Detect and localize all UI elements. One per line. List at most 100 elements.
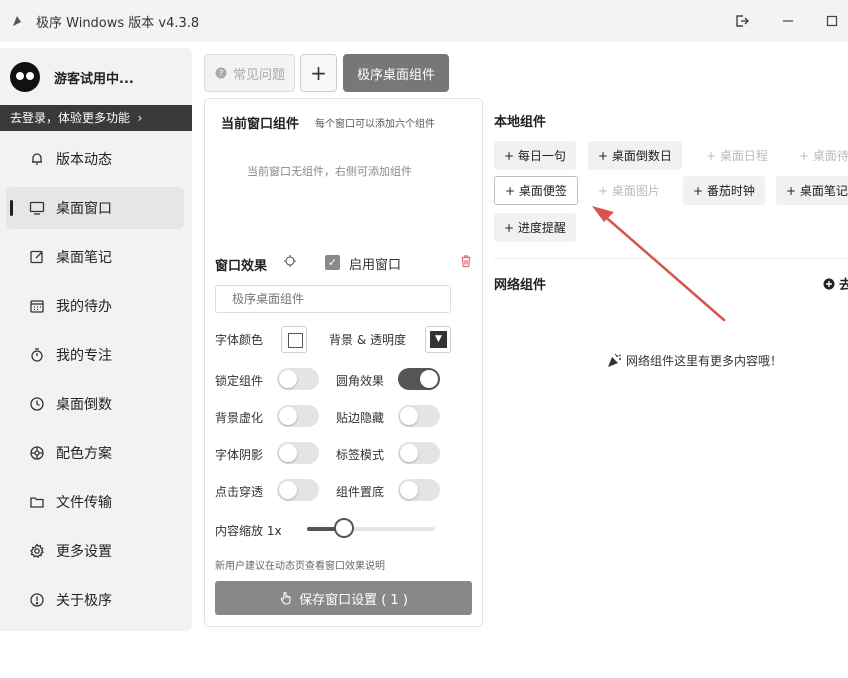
logout-button[interactable] [731, 10, 753, 32]
local-widgets-title: 本地组件 [494, 115, 547, 130]
sidebar-item-desktop-notes[interactable]: 桌面笔记 [6, 236, 184, 278]
stopwatch-icon [28, 346, 46, 364]
faq-label: 常见问题 [233, 67, 286, 83]
window-name-input[interactable] [215, 285, 451, 313]
edge-hide-toggle[interactable] [398, 405, 440, 427]
sidebar-item-desktop-window[interactable]: 桌面窗口 [6, 187, 184, 229]
widget-bottom-label: 组件置底 [336, 485, 385, 499]
font-color-picker[interactable] [281, 326, 307, 353]
maximize-button[interactable] [821, 10, 843, 32]
widget-picture[interactable]: + 桌面图片 [588, 176, 670, 205]
widget-bottom-toggle[interactable] [398, 479, 440, 501]
click-through-toggle[interactable] [277, 479, 319, 501]
network-widgets-link[interactable]: 去 [823, 274, 848, 293]
background-picker[interactable]: ▼ [425, 326, 451, 353]
sidebar-item-focus[interactable]: 我的专注 [6, 334, 184, 376]
widget-sticky-note[interactable]: + 桌面便签 [494, 176, 578, 205]
user-profile[interactable]: 游客试用中... [8, 58, 188, 96]
title-bar: 极序 Windows 版本 v4.3.8 [0, 0, 848, 42]
login-prompt-bar[interactable]: 去登录，体验更多功能 › [0, 105, 192, 131]
sidebar-item-countdown[interactable]: 桌面倒数 [6, 383, 184, 425]
sidebar-item-about[interactable]: 关于极序 [6, 579, 184, 621]
app-logo-icon [13, 16, 21, 26]
widget-todo[interactable]: + 桌面待 [789, 141, 848, 170]
sidebar: 游客试用中... 去登录，体验更多功能 › 版本动态 桌面窗口 桌面笔记 我的待… [0, 48, 192, 631]
network-widgets-title: 网络组件 [494, 278, 547, 293]
trash-icon[interactable] [459, 254, 473, 268]
window-effects-title: 窗口效果 [215, 259, 268, 274]
font-color-label: 字体颜色 [215, 333, 264, 347]
question-icon: ? [215, 67, 227, 79]
calendar-icon [28, 297, 46, 315]
desktop-widget-tab[interactable]: 极序桌面组件 [343, 54, 449, 92]
info-icon [28, 591, 46, 609]
logout-icon [736, 15, 749, 27]
sidebar-item-todo[interactable]: 我的待办 [6, 285, 184, 327]
edit-icon [28, 248, 46, 266]
sidebar-item-label: 桌面窗口 [56, 201, 112, 217]
bell-icon [28, 150, 46, 168]
network-widgets-empty-text: 网络组件这里有更多内容哦！ [626, 354, 783, 368]
lock-widget-toggle[interactable] [277, 368, 319, 390]
rounded-corner-toggle[interactable] [398, 368, 440, 390]
content-zoom-thumb[interactable] [334, 518, 355, 538]
minimize-button[interactable] [777, 10, 799, 32]
new-user-hint: 新用户建议在动态页查看窗口效果说明 [215, 561, 385, 572]
font-shadow-label: 字体阴影 [215, 448, 264, 462]
user-name: 游客试用中... [54, 71, 134, 87]
sidebar-item-label: 配色方案 [56, 446, 112, 462]
palette-icon [28, 444, 46, 462]
network-widgets-empty: 网络组件这里有更多内容哦！ [606, 352, 782, 369]
plus-circle-icon [823, 278, 835, 289]
background-opacity-label: 背景 & 透明度 [329, 333, 406, 347]
background-blur-label: 背景虚化 [215, 411, 264, 425]
sidebar-item-more-settings[interactable]: 更多设置 [6, 530, 184, 572]
avatar [10, 62, 40, 92]
hand-pointer-icon [281, 591, 291, 605]
sidebar-item-label: 文件传输 [56, 495, 112, 511]
enable-window-checkbox[interactable]: ✓ [325, 255, 340, 270]
widget-progress-reminder[interactable]: + 进度提醒 [494, 213, 576, 242]
widget-pomodoro[interactable]: + 番茄时钟 [683, 176, 765, 205]
sidebar-item-version-news[interactable]: 版本动态 [6, 138, 184, 180]
sidebar-item-label: 更多设置 [56, 544, 112, 560]
sidebar-item-label: 桌面笔记 [56, 250, 112, 266]
faq-button[interactable]: ? 常见问题 [204, 54, 295, 92]
click-through-label: 点击穿透 [215, 485, 264, 499]
widget-countdown-day[interactable]: + 桌面倒数日 [588, 141, 682, 170]
tag-mode-toggle[interactable] [398, 442, 440, 464]
save-window-settings-label: 保存窗口设置 ( 1 ) [299, 592, 408, 608]
lock-widget-label: 锁定组件 [215, 374, 264, 388]
widget-schedule[interactable]: + 桌面日程 [696, 141, 778, 170]
current-widgets-title: 当前窗口组件 [221, 117, 300, 132]
maximize-icon [826, 15, 838, 27]
edge-hide-label: 贴边隐藏 [336, 411, 385, 425]
save-window-settings-button[interactable]: 保存窗口设置 ( 1 ) [215, 581, 472, 615]
rounded-corner-label: 圆角效果 [336, 374, 385, 388]
locate-icon[interactable] [283, 254, 297, 268]
sidebar-item-color-scheme[interactable]: 配色方案 [6, 432, 184, 474]
tag-mode-label: 标签模式 [336, 448, 385, 462]
window-title: 极序 Windows 版本 v4.3.8 [36, 16, 200, 31]
monitor-icon [28, 199, 46, 217]
folder-icon [28, 493, 46, 511]
sidebar-item-label: 我的待办 [56, 299, 112, 315]
widget-notes[interactable]: + 桌面笔记 [776, 176, 848, 205]
sidebar-item-label: 版本动态 [56, 152, 112, 168]
svg-text:?: ? [219, 69, 223, 78]
enable-window-label: 启用窗口 [349, 258, 402, 273]
content-zoom-slider[interactable] [307, 518, 435, 538]
current-widgets-subtitle: 每个窗口可以添加六个组件 [315, 119, 435, 130]
gear-icon [28, 542, 46, 560]
window-settings-panel: 当前窗口组件 每个窗口可以添加六个组件 当前窗口无组件，右侧可添加组件 窗口效果… [204, 98, 483, 627]
background-blur-toggle[interactable] [277, 405, 319, 427]
add-window-button[interactable]: + [300, 54, 337, 92]
widget-daily-quote[interactable]: + 每日一句 [494, 141, 576, 170]
content-zoom-label: 内容缩放 1x [215, 524, 282, 538]
font-shadow-toggle[interactable] [277, 442, 319, 464]
clock-icon [28, 395, 46, 413]
login-prompt-text: 去登录，体验更多功能 [10, 111, 131, 125]
sidebar-item-file-transfer[interactable]: 文件传输 [6, 481, 184, 523]
chevron-down-icon: ▼ [430, 331, 447, 348]
network-widgets-link-label: 去 [839, 278, 848, 293]
